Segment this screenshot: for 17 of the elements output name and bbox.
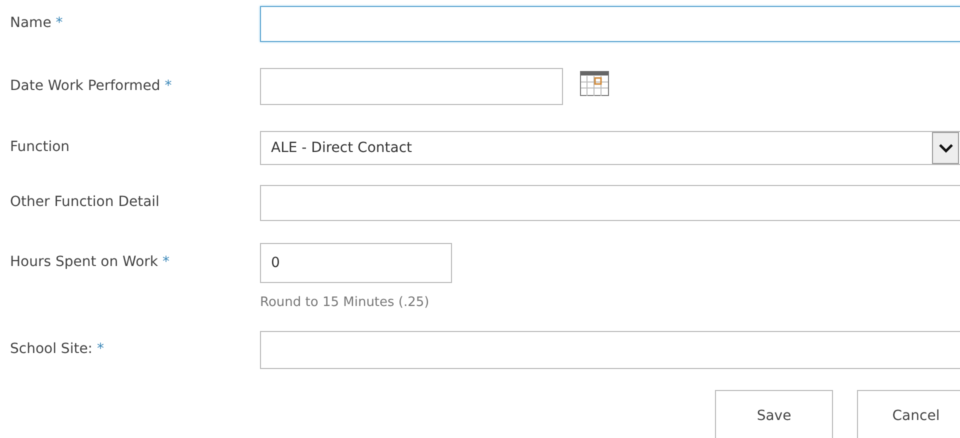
input-field[interactable] [260, 185, 960, 221]
field-label: Date Work Performed * [10, 76, 172, 96]
date-field[interactable] [260, 68, 563, 105]
field-label: Function [10, 138, 70, 157]
dropdown-field[interactable]: ALE - Direct Contact [260, 131, 960, 165]
field-label: Other Function Detail [10, 193, 160, 212]
input-field[interactable] [260, 331, 960, 369]
caret-icon [932, 132, 959, 164]
field-label: School Site: * [10, 340, 104, 359]
hint-text: Round to 15 Minutes (.25) [260, 294, 430, 312]
form-button[interactable]: Cancel [857, 390, 960, 438]
form-button[interactable]: Save [715, 390, 833, 438]
field-label: Hours Spent on Work * [10, 253, 170, 272]
calendar-icon[interactable] [580, 71, 609, 96]
input-field[interactable] [260, 6, 960, 42]
input-field[interactable]: 0 [260, 243, 452, 283]
field-label: Name * [10, 14, 63, 33]
